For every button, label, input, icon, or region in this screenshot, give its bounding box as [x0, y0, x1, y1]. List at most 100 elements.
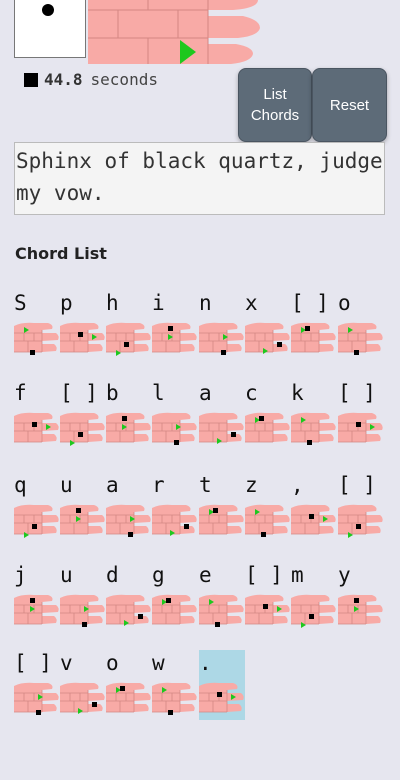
chord-item: [ ]: [291, 290, 337, 360]
practice-text-field[interactable]: Sphinx of black quartz, judge my vow.: [14, 142, 385, 215]
chord-char: r: [152, 473, 165, 497]
chord-item: u: [60, 562, 106, 632]
chord-char: ,: [291, 473, 304, 497]
chord-char: w: [152, 651, 165, 675]
chord-item: .: [199, 650, 245, 720]
black-marker-icon: [168, 710, 173, 715]
chord-char: n: [199, 291, 212, 315]
chord-char: S: [14, 291, 27, 315]
chord-hand: [199, 682, 245, 722]
black-marker-icon: [356, 524, 361, 529]
chord-char: [ ]: [291, 291, 329, 315]
black-marker-icon: [30, 350, 35, 355]
chord-hand: [338, 322, 384, 362]
black-marker-icon: [32, 422, 37, 427]
chord-char: k: [291, 381, 304, 405]
black-marker-icon: [166, 598, 171, 603]
chord-char: [ ]: [60, 381, 98, 405]
chord-hand-icon: [60, 322, 105, 353]
chord-hand: [152, 594, 198, 634]
black-marker-icon: [309, 614, 314, 619]
chord-char: y: [338, 563, 351, 587]
chord-item: ,: [291, 472, 337, 542]
chord-char: f: [14, 381, 27, 405]
chord-item: e: [199, 562, 245, 632]
list-chords-button[interactable]: List Chords: [238, 68, 312, 142]
chord-hand: [14, 504, 60, 544]
black-marker-icon: [354, 598, 359, 603]
chord-char: .: [199, 651, 212, 675]
black-marker-icon: [215, 622, 220, 627]
chord-hand: [14, 322, 60, 362]
chord-hand-icon: [291, 412, 336, 445]
timer-unit: seconds: [90, 70, 158, 89]
chord-hand: [14, 594, 60, 634]
chord-hand: [60, 322, 106, 362]
chord-hand: [106, 504, 152, 544]
chord-hand-icon: [199, 504, 244, 535]
black-marker-icon: [356, 422, 361, 427]
chord-hand-icon: [14, 322, 59, 355]
chord-item: a: [199, 380, 245, 450]
chord-item: n: [199, 290, 245, 360]
chord-char: d: [106, 563, 119, 587]
black-marker-icon: [78, 432, 83, 437]
chord-item: f: [14, 380, 60, 450]
chord-item: m: [291, 562, 337, 632]
chord-hand: [291, 412, 337, 452]
chord-item: t: [199, 472, 245, 542]
chord-hand: [338, 412, 384, 452]
chord-char: z: [245, 473, 258, 497]
black-marker-icon: [138, 614, 143, 619]
black-marker-icon: [263, 604, 268, 609]
chord-hand-icon: [106, 322, 151, 356]
chord-char: a: [106, 473, 119, 497]
black-marker-icon: [261, 532, 266, 537]
black-marker-icon: [307, 440, 312, 445]
black-marker-icon: [221, 350, 226, 355]
chord-item: z: [245, 472, 291, 542]
black-marker-icon: [120, 686, 125, 691]
chord-item: u: [60, 472, 106, 542]
chord-char: h: [106, 291, 119, 315]
chord-item: x: [245, 290, 291, 360]
chord-hand-icon: [14, 682, 59, 715]
chord-item: S: [14, 290, 60, 360]
black-marker-icon: [184, 524, 189, 529]
chord-hand-icon: [60, 682, 105, 714]
black-marker-icon: [309, 514, 314, 519]
chord-char: x: [245, 291, 258, 315]
chord-item: d: [106, 562, 152, 632]
reset-button[interactable]: Reset: [312, 68, 387, 142]
chord-item: h: [106, 290, 152, 360]
chord-hand: [152, 412, 198, 452]
chord-hand: [291, 322, 337, 362]
chord-char: p: [60, 291, 73, 315]
black-marker-icon: [122, 416, 127, 421]
chord-hand: [60, 682, 106, 722]
chord-item: k: [291, 380, 337, 450]
chord-hand-icon: [152, 322, 197, 353]
chord-hand: [106, 594, 152, 634]
chord-hand-icon: [14, 504, 59, 538]
chord-item: b: [106, 380, 152, 450]
chord-hand: [291, 594, 337, 634]
chord-indicator-square: [14, 0, 86, 58]
chord-item: r: [152, 472, 198, 542]
black-marker-icon: [124, 342, 129, 347]
chord-char: v: [60, 651, 73, 675]
chord-hand: [106, 682, 152, 722]
chord-hand-icon: [106, 412, 151, 443]
chord-item: [ ]: [338, 472, 384, 542]
chord-item: o: [106, 650, 152, 720]
chord-hand: [199, 322, 245, 362]
chord-hand: [245, 412, 291, 452]
black-marker-icon: [277, 342, 282, 347]
chord-hand-icon: [152, 412, 197, 445]
chord-hand-icon: [291, 504, 336, 535]
chord-hand-icon: [14, 594, 59, 625]
chord-char: q: [14, 473, 27, 497]
black-marker-icon: [213, 508, 218, 513]
chord-char: i: [152, 291, 165, 315]
chord-hand-icon: [152, 682, 197, 715]
